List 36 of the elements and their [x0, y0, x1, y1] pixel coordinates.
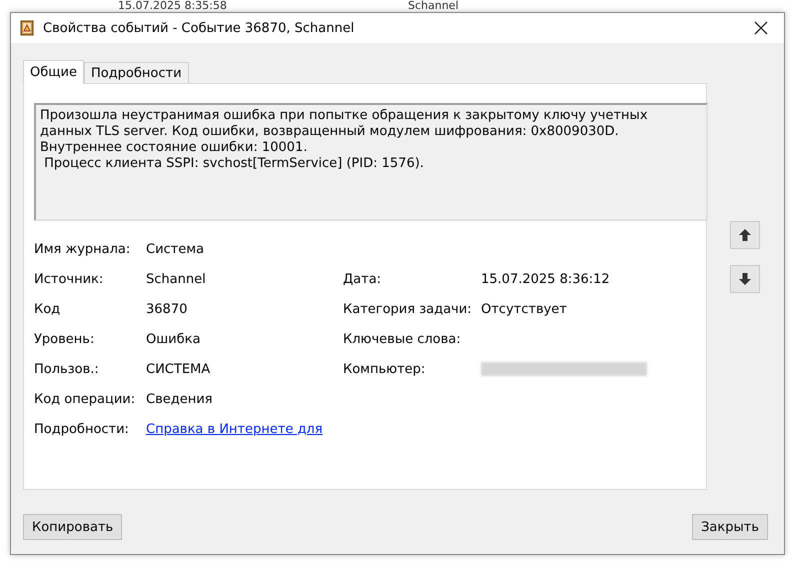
background-text: Schannel — [408, 0, 459, 12]
field-label: Код — [34, 302, 62, 316]
description-text: Процесс клиента SSPI: svchost[TermService] (PID: 1576). — [43, 156, 425, 172]
field-label: Подробности: — [34, 422, 130, 436]
field-label: Ключевые слова: — [343, 332, 462, 346]
field-label: Код операции: — [34, 392, 136, 406]
field-label: Пользов.: — [34, 362, 100, 376]
description-text: Внутреннее состояние ошибки: 10001. — [40, 140, 308, 156]
field-label: Дата: — [343, 272, 382, 286]
up-arrow-button[interactable] — [730, 221, 760, 249]
down-arrow-icon — [738, 272, 752, 286]
field-label: Имя журнала: — [34, 242, 132, 256]
field-label: Категория задачи: — [343, 302, 473, 316]
help-link[interactable]: Справка в Интернете для — [146, 422, 343, 436]
field-value: 36870 — [146, 302, 188, 316]
copy-button[interactable]: Копировать — [23, 514, 122, 540]
up-arrow-icon — [738, 228, 752, 242]
field-label: Источник: — [34, 272, 104, 286]
down-arrow-button[interactable] — [730, 265, 760, 293]
field-value: СИСТЕМА — [146, 362, 212, 376]
description-text: Произошла неустранимая ошибка при попытке обращения к закрытому ключу учетных — [40, 108, 649, 124]
field-value: 15.07.2025 8:36:12 — [481, 272, 611, 286]
field-value: Система — [146, 242, 206, 256]
event-log-icon — [19, 20, 35, 36]
field-value: Schannel — [146, 272, 207, 286]
tab[interactable]: Подробности — [84, 62, 189, 83]
description-text: данных TLS server. Код ошибки, возвращенный модулем шифрования: 0x8009030D. — [40, 124, 620, 140]
background-text: 15.07.2025 8:35:58 — [118, 0, 228, 12]
field-value: Отсутствует — [481, 302, 568, 316]
field-value: Ошибка — [146, 332, 202, 346]
close-button[interactable]: Закрыть — [692, 514, 768, 540]
field-label: Компьютер: — [343, 362, 426, 376]
window-title: Свойства событий - Событие 36870, Schannel — [43, 20, 356, 36]
field-value: Сведения — [146, 392, 214, 406]
field-label: Уровень: — [34, 332, 96, 346]
tab[interactable]: Общие — [23, 60, 84, 84]
